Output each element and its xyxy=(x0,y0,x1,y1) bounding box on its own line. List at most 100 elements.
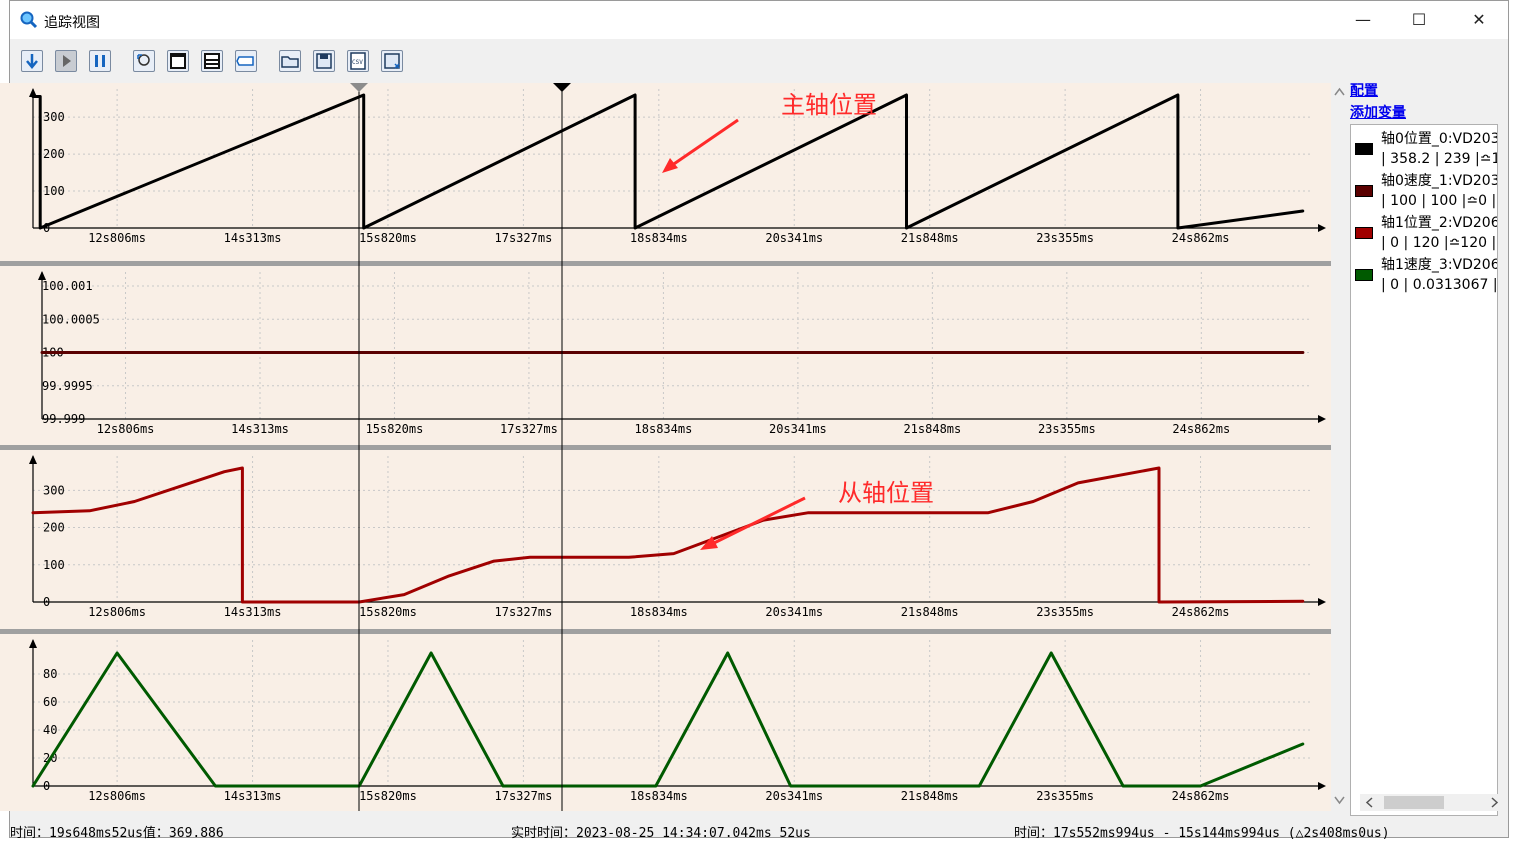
x-tick-label: 23s355ms xyxy=(1036,605,1094,619)
x-tick-label: 12s806ms xyxy=(88,605,146,619)
play-icon xyxy=(63,55,71,67)
vertical-scrollbar[interactable] xyxy=(1331,83,1348,811)
y-tick-label: 300 xyxy=(43,110,65,124)
split-view-button[interactable] xyxy=(201,50,223,72)
csv-file-icon: CSV xyxy=(350,52,366,70)
magnify-reset-button[interactable] xyxy=(133,50,155,72)
x-tick-label: 17s327ms xyxy=(495,605,553,619)
x-tick-label: 18s834ms xyxy=(630,231,688,245)
legend-panel: 轴0位置_0:VD203 | 358.2 | 239 |≏119 轴0速度_1:… xyxy=(1350,124,1498,816)
legend-swatch xyxy=(1355,227,1373,239)
scroll-arrows-icon xyxy=(1334,87,1345,805)
x-tick-label: 21s848ms xyxy=(901,605,959,619)
x-tick-label: 23s355ms xyxy=(1036,789,1094,803)
config-link[interactable]: 配置 xyxy=(1350,80,1378,100)
x-tick-label: 17s327ms xyxy=(500,422,558,436)
play-button[interactable] xyxy=(55,50,77,72)
close-button[interactable]: ✕ xyxy=(1456,7,1502,33)
x-tick-label: 18s834ms xyxy=(635,422,693,436)
x-tick-label: 15s820ms xyxy=(366,422,424,436)
y-tick-label: 80 xyxy=(43,667,57,681)
x-tick-label: 20s341ms xyxy=(765,231,823,245)
x-tick-label: 12s806ms xyxy=(97,422,155,436)
tag-button[interactable] xyxy=(235,50,257,72)
legend-swatch xyxy=(1355,185,1373,197)
x-tick-label: 12s806ms xyxy=(88,231,146,245)
master-annotation-arrow xyxy=(662,118,739,173)
save-button[interactable] xyxy=(313,50,335,72)
x-tick-label: 24s862ms xyxy=(1172,605,1230,619)
magnify-icon xyxy=(137,54,150,66)
x-tick-label: 17s327ms xyxy=(495,789,553,803)
x-tick-label: 20s341ms xyxy=(769,422,827,436)
y-tick-label: 40 xyxy=(43,723,57,737)
pause-button[interactable] xyxy=(89,50,111,72)
legend-name: 轴0位置_0:VD203 xyxy=(1381,131,1498,147)
maximize-button[interactable]: ☐ xyxy=(1396,7,1442,33)
download-arrow-button[interactable] xyxy=(21,50,43,72)
y-tick-label: 100.0005 xyxy=(42,312,100,326)
save-as-icon xyxy=(384,53,400,69)
tag-icon xyxy=(236,56,254,66)
x-tick-label: 24s862ms xyxy=(1172,789,1230,803)
y-tick-label: 100.001 xyxy=(42,279,93,293)
y-tick-label: 60 xyxy=(43,695,57,709)
x-tick-label: 23s355ms xyxy=(1038,422,1096,436)
x-tick-label: 23s355ms xyxy=(1036,231,1094,245)
svg-text:CSV: CSV xyxy=(352,59,363,66)
master-axis-annotation: 主轴位置 xyxy=(781,91,877,119)
add-variable-link[interactable]: 添加变量 xyxy=(1350,102,1406,122)
x-tick-label: 15s820ms xyxy=(359,789,417,803)
x-tick-label: 18s834ms xyxy=(630,789,688,803)
legend-name: 轴0速度_1:VD203 xyxy=(1381,173,1498,189)
save-as-button[interactable] xyxy=(381,50,403,72)
x-tick-label: 14s313ms xyxy=(224,789,282,803)
x-tick-label: 21s848ms xyxy=(903,422,961,436)
x-tick-label: 24s862ms xyxy=(1172,231,1230,245)
legend-horizontal-scrollbar[interactable] xyxy=(1360,794,1508,811)
x-tick-label: 12s806ms xyxy=(88,789,146,803)
time-range-delta: 时间：17s552ms994us - 15s144ms994us (△2s408… xyxy=(1014,826,1390,841)
export-csv-button[interactable]: CSV xyxy=(347,50,369,72)
x-tick-label: 24s862ms xyxy=(1172,422,1230,436)
legend-values: | 0 | 120 |≏120 | xyxy=(1381,235,1497,251)
window-title: 追踪视图 xyxy=(44,15,100,31)
scroll-thumb-icon xyxy=(1365,796,1499,809)
plot-panel xyxy=(0,634,1331,811)
single-view-button[interactable] xyxy=(167,50,189,72)
y-tick-label: 200 xyxy=(43,147,65,161)
down-arrow-icon xyxy=(26,54,38,69)
x-tick-label: 21s848ms xyxy=(901,231,959,245)
y-tick-label: 200 xyxy=(43,521,65,535)
x-tick-label: 14s313ms xyxy=(224,231,282,245)
split-window-icon xyxy=(204,53,220,69)
cursor-time-value: 时间：19s648ms52us值：369.886 xyxy=(10,826,224,841)
open-button[interactable] xyxy=(279,50,301,72)
pause-icon xyxy=(95,55,105,67)
legend-values: | 100 | 100 |≏0 | xyxy=(1381,193,1497,209)
x-tick-label: 20s341ms xyxy=(765,605,823,619)
minimize-button[interactable]: — xyxy=(1340,7,1386,33)
x-tick-label: 14s313ms xyxy=(224,605,282,619)
plot-panel xyxy=(0,266,1331,445)
legend-values: | 0 | 0.0313067 |≏ xyxy=(1381,277,1498,293)
y-tick-label: 99.9995 xyxy=(42,379,93,393)
floppy-disk-icon xyxy=(316,53,332,69)
y-tick-label: 300 xyxy=(43,483,65,497)
y-tick-label: 100 xyxy=(43,558,65,572)
slave-annotation-arrow xyxy=(700,496,806,550)
realtime-clock: 实时时间：2023-08-25 14:34:07.042ms 52us xyxy=(511,826,811,841)
x-tick-label: 15s820ms xyxy=(359,605,417,619)
x-tick-label: 17s327ms xyxy=(495,231,553,245)
legend-values: | 358.2 | 239 |≏119 xyxy=(1381,151,1497,167)
x-tick-label: 20s341ms xyxy=(765,789,823,803)
x-tick-label: 18s834ms xyxy=(630,605,688,619)
legend-name: 轴1位置_2:VD206 xyxy=(1381,215,1498,231)
trace-charts[interactable]: 12s806ms 14s313ms 15s820ms 17s327ms 18s834ms… xyxy=(0,83,1331,811)
folder-icon xyxy=(281,56,299,68)
chart-area: 12s806ms 14s313ms 15s820ms 17s327ms 18s834ms… xyxy=(0,83,1331,811)
x-tick-label: 21s848ms xyxy=(901,789,959,803)
legend-swatch xyxy=(1355,269,1373,281)
window-icon xyxy=(170,53,186,69)
x-tick-label: 15s820ms xyxy=(359,231,417,245)
